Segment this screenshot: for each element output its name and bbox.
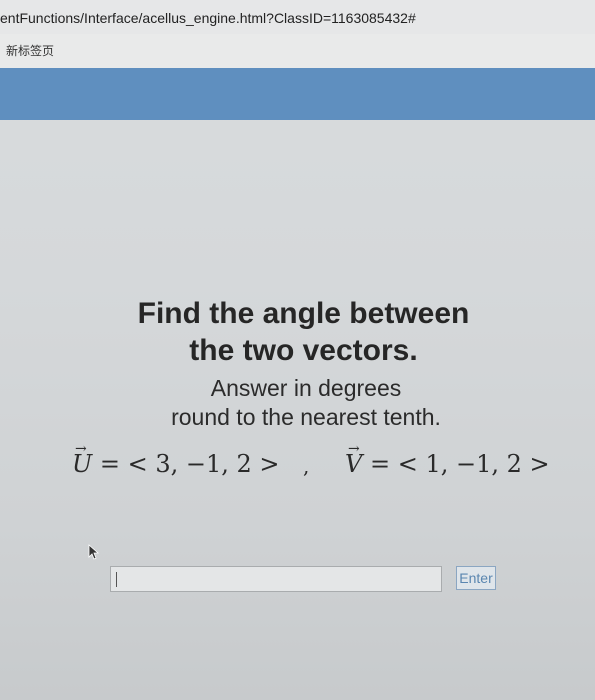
question-panel: Find the angle between the two vectors. … (0, 120, 595, 700)
browser-address-bar[interactable]: entFunctions/Interface/acellus_engine.ht… (0, 0, 595, 34)
vector-arrow-icon: → (348, 441, 360, 457)
vector-u-equals: = (92, 450, 128, 478)
instruction-line1: Answer in degrees (210, 375, 402, 401)
answer-input[interactable] (110, 566, 442, 592)
vector-v-equals: = (362, 450, 398, 478)
mouse-pointer-icon (88, 544, 100, 560)
vector-u-value: < 3, −1, 2 > (127, 450, 280, 478)
vector-u-expression: → U = < 3, −1, 2 > (72, 441, 280, 478)
vector-v-value: < 1, −1, 2 > (397, 450, 550, 478)
instruction-line2: round to the nearest tenth. (171, 404, 441, 430)
question-title-line2: the two vectors. (189, 334, 418, 367)
vector-arrow-icon: → (75, 441, 87, 457)
vector-v-expression: → V = < 1, −1, 2 > (345, 441, 550, 478)
url-text[interactable]: entFunctions/Interface/acellus_engine.ht… (0, 10, 416, 26)
bookmarks-bar: 新标签页 (0, 34, 595, 68)
question-title-line1: Find the angle between (137, 297, 470, 330)
text-caret (116, 572, 117, 587)
enter-button[interactable]: Enter (456, 566, 496, 590)
vector-v-symbol: → V (345, 441, 362, 478)
vector-u-symbol: → U (72, 441, 92, 478)
vector-separator: , (303, 454, 310, 478)
bookmark-new-tab[interactable]: 新标签页 (6, 42, 54, 59)
app-header-band (0, 68, 595, 120)
